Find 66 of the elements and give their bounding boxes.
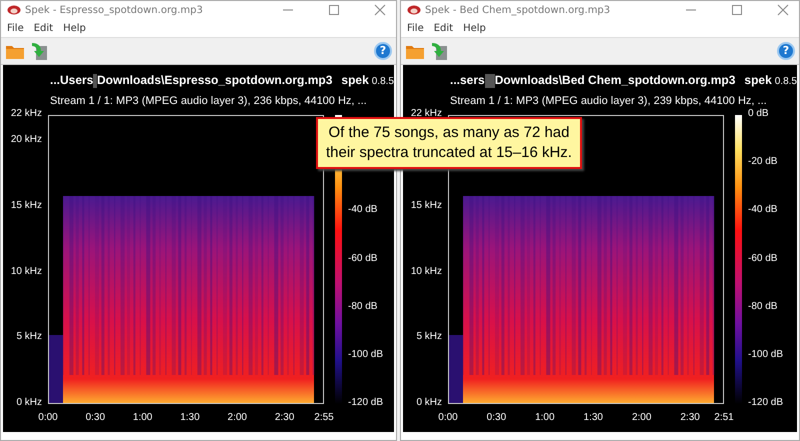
version-label: 0.8.5 (372, 76, 394, 87)
redacted-block (484, 74, 495, 88)
annotation-callout: Of the 75 songs, as many as 72 had their spectra truncated at 15–16 kHz. (316, 117, 582, 169)
time-label: 2:30 (274, 412, 296, 423)
decibel-label: -60 dB (748, 252, 778, 264)
close-icon[interactable] (777, 4, 789, 16)
frequency-label: 0 kHz (16, 397, 42, 408)
decibel-label: -60 dB (348, 252, 378, 264)
time-label: 0:30 (84, 412, 106, 423)
time-label: 2:00 (630, 412, 652, 423)
menu-item[interactable]: Help (463, 22, 486, 34)
file-path: ...Users (50, 73, 94, 87)
decibel-label: 0 dB (748, 108, 769, 119)
decibel-label: -120 dB (348, 397, 384, 408)
file-path: Downloads\Bed Chem_spotdown.org.mp3 (494, 73, 736, 87)
time-label: 2:30 (679, 412, 701, 423)
time-label: 0:30 (486, 412, 508, 423)
stream-info: Stream 1 / 1: MP3 (MPEG audio layer 3), 239 kbps, 44100 Hz, ... (449, 94, 768, 108)
window-title: Spek - Bed Chem_spotdown.org.mp3 (425, 4, 610, 16)
file-path: ...sers (450, 73, 485, 87)
menu-item[interactable]: Edit (434, 22, 454, 34)
frequency-label: 5 kHz (416, 331, 442, 342)
app-name: spek (341, 73, 369, 87)
frequency-label: 10 kHz (10, 266, 42, 277)
decibel-label: -40 dB (348, 204, 378, 216)
stream-info: Stream 1 / 1: MP3 (MPEG audio layer 3), 236 kbps, 44100 Hz, ... (49, 94, 368, 109)
time-label: 2:55 (313, 412, 335, 423)
file-path: Downloads\Espresso_spotdown.org.mp3 (97, 73, 332, 87)
time-label: 2:00 (226, 412, 248, 423)
frequency-label: 15 kHz (410, 200, 442, 211)
time-label: 1:30 (179, 412, 201, 423)
frequency-label: 20 kHz (10, 134, 42, 146)
save-arrow-icon[interactable] (430, 41, 448, 61)
help-button[interactable]: ? (374, 42, 392, 60)
decibel-label: -120 dB (748, 397, 784, 408)
menu-item[interactable]: File (7, 22, 24, 34)
decibel-label: -80 dB (348, 300, 378, 312)
frequency-label: 10 kHz (410, 266, 442, 277)
decibel-label: -20 dB (748, 156, 778, 168)
version-label: 0.8.5 (774, 76, 797, 87)
decibel-label: -40 dB (748, 204, 778, 216)
window-title: Spek - Espresso_spotdown.org.mp3 (25, 4, 203, 16)
frequency-label: 5 kHz (16, 331, 42, 342)
app-name: spek (744, 73, 772, 87)
frequency-label: 15 kHz (10, 200, 42, 211)
maximize-icon[interactable] (328, 4, 340, 16)
redacted-block (93, 74, 98, 88)
maximize-icon[interactable] (731, 4, 743, 16)
time-label: 2:51 (713, 412, 735, 423)
decibel-label: -100 dB (748, 348, 784, 360)
save-arrow-icon[interactable] (30, 41, 48, 61)
time-label: 1:00 (534, 412, 556, 423)
close-icon[interactable] (374, 4, 386, 16)
time-label: 0:00 (37, 412, 59, 423)
frequency-label: 22 kHz (410, 108, 442, 119)
menu-item[interactable]: Help (63, 22, 86, 34)
frequency-label: 0 kHz (416, 397, 442, 408)
menu-item[interactable]: File (407, 22, 424, 34)
time-label: 1:00 (132, 412, 154, 423)
menu-item[interactable]: Edit (34, 22, 54, 34)
frequency-label: 22 kHz (10, 108, 42, 119)
time-label: 0:00 (437, 412, 459, 423)
help-button[interactable]: ? (777, 42, 795, 60)
decibel-label: -80 dB (748, 300, 778, 312)
decibel-label: -100 dB (348, 348, 384, 360)
time-label: 1:30 (582, 412, 604, 423)
